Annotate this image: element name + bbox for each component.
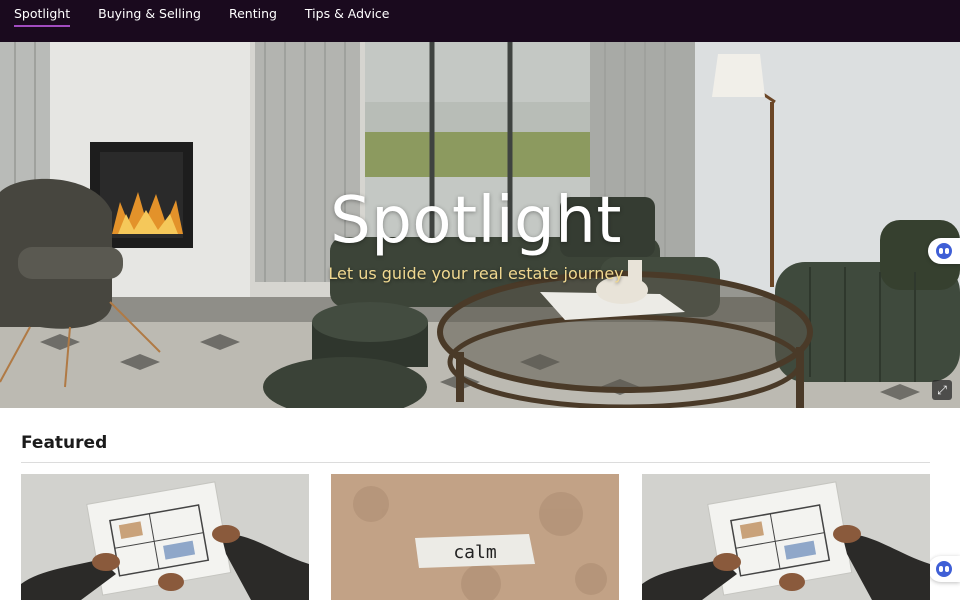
floor-plan-hands-image: [642, 474, 930, 600]
calm-paper-image: calm: [331, 474, 619, 600]
featured-card-2[interactable]: calm: [331, 474, 619, 600]
assistant-icon: [936, 243, 952, 259]
featured-divider: [21, 462, 930, 463]
nav-item-spotlight[interactable]: Spotlight: [14, 0, 71, 28]
top-nav: Spotlight Buying & Selling Renting Tips …: [0, 0, 960, 42]
nav-item-tips-advice[interactable]: Tips & Advice: [305, 0, 390, 28]
hero-title: Spotlight: [330, 184, 622, 258]
assistant-icon: [936, 561, 952, 577]
nav-item-buying-selling[interactable]: Buying & Selling: [98, 0, 201, 28]
floor-plan-hands-image: [21, 474, 309, 600]
featured-heading: Featured: [21, 433, 108, 453]
expand-icon[interactable]: ⤢: [932, 380, 952, 400]
featured-card-3[interactable]: [642, 474, 930, 600]
assistant-button-secondary[interactable]: [928, 556, 960, 582]
nav-item-renting[interactable]: Renting: [229, 0, 277, 28]
assistant-button[interactable]: [928, 238, 960, 264]
featured-card-1[interactable]: [21, 474, 309, 600]
hero-subtitle: Let us guide your real estate journey: [328, 264, 624, 283]
hero-banner: Spotlight Let us guide your real estate …: [0, 42, 960, 408]
svg-text:calm: calm: [453, 542, 496, 563]
